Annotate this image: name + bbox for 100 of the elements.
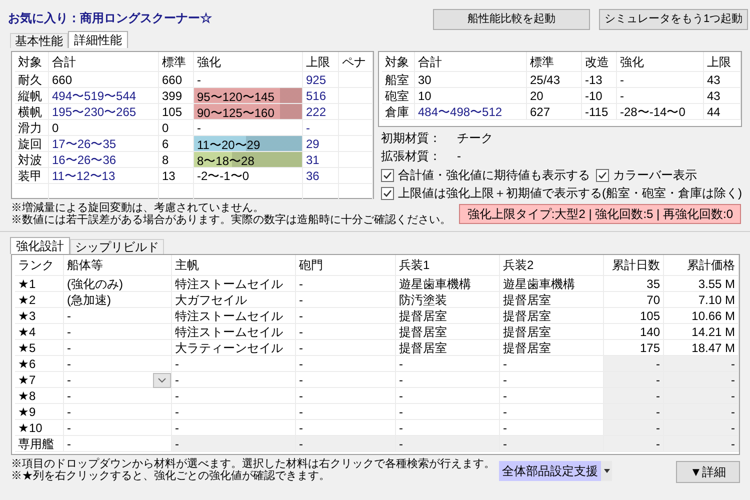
tab[interactable]: 詳細性能 xyxy=(68,31,128,48)
table-cell: 31 xyxy=(303,152,339,168)
support-menu-button[interactable]: 全体部品設定支援 xyxy=(499,461,612,481)
column-header: 累計価格 xyxy=(664,255,739,276)
table-cell: -10 xyxy=(582,88,617,104)
material-value: - xyxy=(457,148,461,165)
checkbox[interactable] xyxy=(381,168,394,182)
table-cell: 提督居室 xyxy=(500,324,604,340)
table-cell: 660 xyxy=(49,72,159,88)
rank-cell: ★5 xyxy=(15,340,64,356)
column-header: 合計 xyxy=(49,52,159,72)
table-cell: 627 xyxy=(527,104,582,120)
table-cell: 装甲 xyxy=(15,168,49,184)
table-cell: 7.10 M xyxy=(664,292,739,308)
column-header: 兵装1 xyxy=(396,255,500,276)
tab[interactable]: シップリビルド xyxy=(70,239,164,254)
table-cell: - xyxy=(604,436,664,452)
table-cell: 縦帆 xyxy=(15,88,49,104)
table-cell: 13 xyxy=(159,168,194,184)
table-cell: - xyxy=(396,356,500,372)
table-cell: - xyxy=(396,388,500,404)
launch-button[interactable]: 船性能比較を起動 xyxy=(433,9,590,30)
material-label: 拡張材質： xyxy=(381,148,442,165)
tab[interactable]: 基本性能 xyxy=(10,33,68,48)
column-header: 標準 xyxy=(527,52,582,72)
table-cell: 14.21 M xyxy=(664,324,739,340)
table-cell: - xyxy=(172,404,296,420)
table-cell: 494〜519〜544 xyxy=(49,88,159,104)
table-cell: 35 xyxy=(604,276,664,292)
table-cell: - xyxy=(396,436,500,452)
launch-button[interactable]: シミュレータをもう1つ起動 xyxy=(599,9,748,30)
table-cell: 船室 xyxy=(382,72,415,88)
table-cell: -28〜-14〜0 xyxy=(617,104,704,120)
table-cell: - xyxy=(296,356,396,372)
table-cell: - xyxy=(296,404,396,420)
enhancement-value: 90〜125〜160 xyxy=(196,106,276,120)
table-cell: - xyxy=(604,372,664,388)
table-cell: - xyxy=(64,388,172,404)
table-cell: - xyxy=(604,356,664,372)
table-cell: - xyxy=(296,308,396,324)
table-cell: 0 xyxy=(49,120,159,136)
table-cell: 43 xyxy=(704,88,741,104)
column-header: 標準 xyxy=(159,52,194,72)
table-cell: - xyxy=(664,436,739,452)
table-cell: - xyxy=(172,388,296,404)
table-cell: 925 xyxy=(303,72,339,88)
table-cell: 29 xyxy=(303,136,339,152)
table-cell: (急加速) xyxy=(64,292,172,308)
rank-cell: ★2 xyxy=(15,292,64,308)
column-header: ペナ xyxy=(339,52,373,72)
table-cell: - xyxy=(64,404,172,420)
column-header: 合計 xyxy=(415,52,527,72)
table-cell xyxy=(339,152,373,168)
table-cell: - xyxy=(296,388,396,404)
table-cell: 10 xyxy=(415,88,527,104)
column-header: 上限 xyxy=(704,52,741,72)
caret-icon xyxy=(604,469,610,473)
table-cell: - xyxy=(296,324,396,340)
table-cell: 44 xyxy=(704,104,741,120)
tab[interactable]: 強化設計 xyxy=(10,237,70,254)
rank-cell: ★8 xyxy=(15,388,64,404)
table-cell: 対波 xyxy=(15,152,49,168)
column-header: 兵装2 xyxy=(500,255,604,276)
note-text: ※項目のドロップダウンから材料が選べます。選択した材料は右クリックで各種検索が行えます。 xyxy=(11,458,491,470)
table-cell xyxy=(339,120,373,136)
table-cell: - xyxy=(64,324,172,340)
table-cell: - xyxy=(664,404,739,420)
dropdown-chevron-icon[interactable] xyxy=(153,372,171,388)
table-cell: - xyxy=(604,420,664,436)
rank-cell: ★10 xyxy=(15,420,64,436)
checkbox[interactable] xyxy=(381,186,394,200)
table-cell: - xyxy=(64,308,172,324)
column-header: 改造 xyxy=(582,52,617,72)
note-text: ※★列を右クリックすると、強化ごとの強化値が確認できます。 xyxy=(11,470,331,482)
table-cell: - xyxy=(64,340,172,356)
table-cell: 特注ストームセイル xyxy=(172,308,296,324)
table-cell: 砲室 xyxy=(382,88,415,104)
table-cell: - xyxy=(296,340,396,356)
column-header: 対象 xyxy=(15,52,49,72)
column-header: 強化 xyxy=(617,52,704,72)
table-cell: - xyxy=(664,356,739,372)
rank-cell: ★4 xyxy=(15,324,64,340)
table-cell: -2〜-1〜0 xyxy=(194,168,303,184)
table-cell: 20 xyxy=(527,88,582,104)
table-cell: - xyxy=(664,420,739,436)
table-cell: 提督居室 xyxy=(396,324,500,340)
table-cell: - xyxy=(172,372,296,388)
material-label: 初期材質： xyxy=(381,130,442,147)
checkbox-label: 上限値は強化上限＋初期値で表示する(船室・砲室・倉庫は除く) xyxy=(398,185,742,202)
limit-badge: 強化上限タイプ:大型2 | 強化回数:5 | 再強化回数:0 xyxy=(459,204,741,224)
table-cell xyxy=(339,136,373,152)
column-header: 上限 xyxy=(303,52,339,72)
table-cell: - xyxy=(664,388,739,404)
table-cell: 提督居室 xyxy=(500,308,604,324)
column-header: 強化 xyxy=(194,52,303,72)
checkbox[interactable] xyxy=(596,168,609,182)
column-header: 累計日数 xyxy=(604,255,664,276)
table-cell: 提督居室 xyxy=(500,292,604,308)
table-cell: 耐久 xyxy=(15,72,49,88)
detail-button[interactable]: ▼詳細 xyxy=(676,461,740,483)
